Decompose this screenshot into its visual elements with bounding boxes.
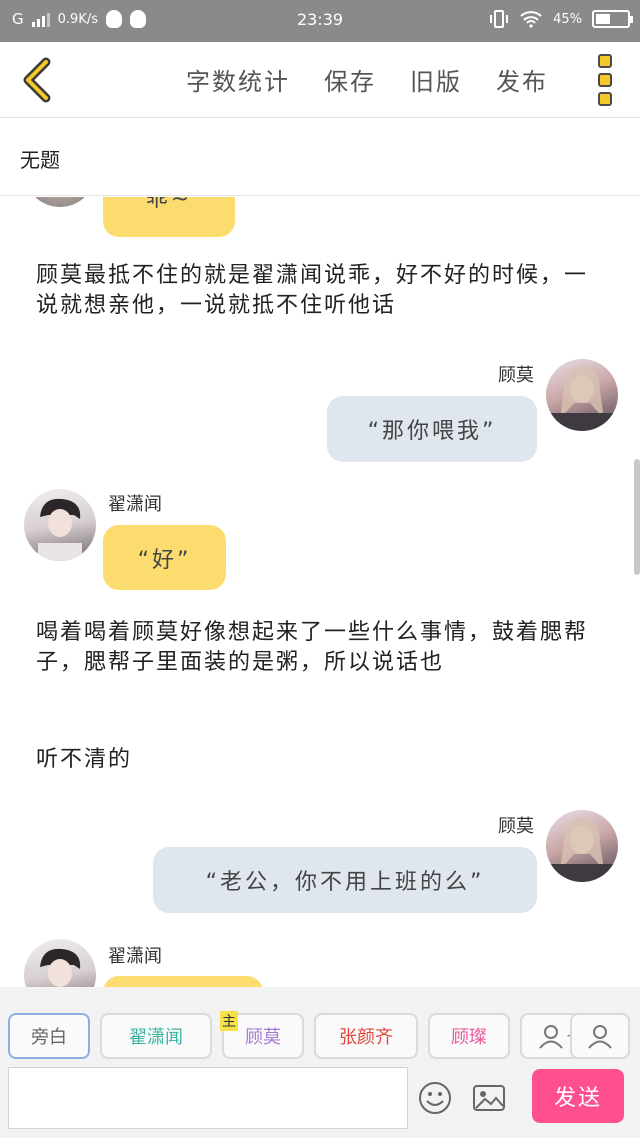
message-bubble: “老公，你不用上班的么” [153,847,537,913]
status-bar: G 0.9K/s 23:39 45% [0,0,640,42]
role-chip-gucan[interactable]: 顾璨 [428,1013,510,1059]
message-bubble [103,976,263,987]
title-bar: 无题 [0,118,640,196]
narration-text: 顾莫最抵不住的就是翟潇闻说乖，好不好的时候，一说就想亲他，一说就抵不住听他话 [36,263,589,318]
more-menu-icon[interactable] [598,54,614,106]
role-label: 顾璨 [451,1027,487,1048]
back-arrow-icon[interactable] [18,56,58,104]
sender-name: 翟潇闻 [108,946,162,967]
role-label: 旁白 [31,1027,67,1048]
role-label: 张颜齐 [339,1027,393,1048]
sender-name: 顾莫 [498,365,534,386]
role-chip-zhang[interactable]: 张颜齐 [314,1013,418,1059]
narration-text: 喝着喝着顾莫好像想起来了一些什么事情，鼓着腮帮子，腮帮子里面装的是粥，所以说话也 [36,620,589,675]
scrollbar[interactable] [634,459,640,575]
sender-name: 顾莫 [498,816,534,837]
avatar-gumo [546,359,618,431]
avatar-gumo [546,810,618,882]
old-version-button[interactable]: 旧版 [410,62,462,97]
message-bubble: “好” [103,525,226,590]
battery-icon [592,10,633,28]
sender-name: 翟潇闻 [108,494,162,515]
emoji-icon[interactable] [418,1081,452,1115]
battery-percent: 45% [553,11,582,27]
avatar-zhai [24,197,96,207]
main-role-badge: 主 [220,1011,238,1031]
person-icon [588,1025,612,1049]
save-button[interactable]: 保存 [324,62,376,97]
role-chip-gumo[interactable]: 主顾莫 [220,1011,304,1059]
composer: 旁白 翟潇闻 主顾莫 张颜齐 顾璨 + 发送 [0,987,640,1138]
vibrate-icon [490,10,509,28]
avatar-zhai [24,939,96,987]
person-icon [539,1025,563,1049]
top-nav: 字数统计 保存 旧版 发布 [0,42,640,118]
avatar-zhai [24,489,96,561]
image-icon[interactable] [472,1081,506,1115]
narration-text: 听不清的 [36,747,133,772]
message-bubble: “那你喂我” [327,396,537,462]
role-label: 翟潇闻 [129,1027,183,1048]
message-bubble: “乖~” [103,197,235,237]
wifi-icon [520,11,542,28]
role-list-button[interactable] [570,1013,630,1059]
send-button[interactable]: 发送 [532,1069,624,1123]
role-chip-zhai[interactable]: 翟潇闻 [100,1013,212,1059]
role-label: 顾莫 [245,1027,281,1048]
publish-button[interactable]: 发布 [496,62,548,97]
message-input[interactable] [8,1067,408,1129]
story-title[interactable]: 无题 [20,144,60,173]
chat-content[interactable]: “乖~” 顾莫最抵不住的就是翟潇闻说乖，好不好的时候，一说就想亲他，一说就抵不住… [0,197,640,987]
role-chip-narrator[interactable]: 旁白 [8,1013,90,1059]
word-count-button[interactable]: 字数统计 [186,62,290,97]
